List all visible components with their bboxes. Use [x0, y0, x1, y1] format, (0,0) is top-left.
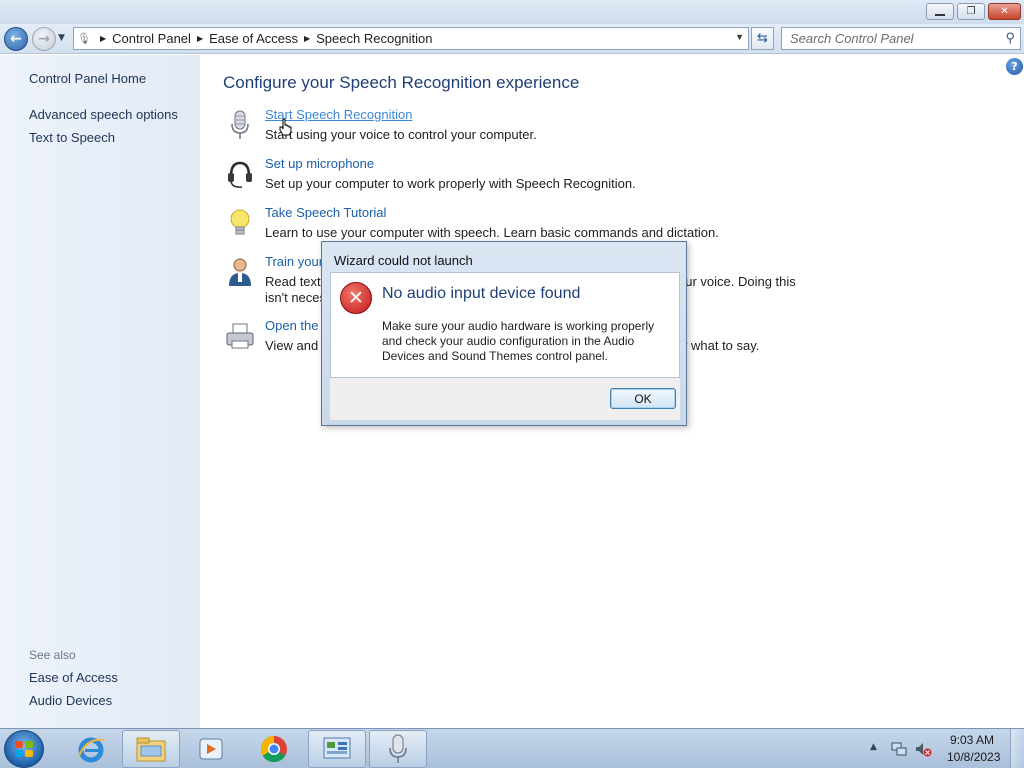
- close-button[interactable]: ✕: [988, 3, 1021, 20]
- breadcrumb-separator-icon[interactable]: ▶: [197, 34, 203, 43]
- hand-cursor-icon: [279, 118, 292, 136]
- dialog-footer: OK: [330, 378, 680, 420]
- network-icon[interactable]: [890, 740, 908, 758]
- breadcrumb-ease-of-access[interactable]: Ease of Access: [209, 31, 298, 46]
- headset-icon: [228, 161, 252, 188]
- dialog-body: ✕ No audio input device found Make sure …: [330, 272, 680, 378]
- sidebar-item-text-to-speech[interactable]: Text to Speech: [29, 130, 115, 145]
- taskbar-media-player[interactable]: [182, 730, 240, 768]
- task-desc-open-speech-reference-card-right: w what to say.: [678, 338, 760, 353]
- left-navigation-pane: [0, 55, 200, 728]
- refresh-icon: ⇆: [757, 31, 768, 46]
- sidebar-item-advanced-speech-options[interactable]: Advanced speech options: [29, 107, 178, 122]
- control-panel-icon: [323, 737, 351, 759]
- restore-button[interactable]: ❐: [957, 3, 985, 20]
- window-titlebar: ❐ ✕: [0, 0, 1024, 24]
- close-icon: ✕: [1000, 6, 1009, 17]
- dialog-heading: No audio input device found: [382, 285, 581, 302]
- lightbulb-icon: [230, 209, 250, 235]
- ok-button[interactable]: OK: [610, 388, 676, 409]
- search-input[interactable]: Search Control Panel ⚲: [781, 27, 1021, 50]
- taskbar: ▲: [0, 728, 1024, 768]
- error-dialog: Wizard could not launch ✕ No audio input…: [321, 241, 687, 426]
- error-icon: ✕: [340, 282, 372, 314]
- show-desktop-button[interactable]: [1010, 729, 1024, 768]
- help-icon: ?: [1011, 60, 1018, 73]
- task-link-train-computer[interactable]: Train your: [265, 254, 323, 269]
- taskbar-file-explorer[interactable]: [122, 730, 180, 768]
- task-desc-train-computer: Read text t: [265, 274, 328, 289]
- forward-arrow-icon: →: [38, 31, 50, 47]
- task-start-speech-recognition: Start Speech Recognition Start using you…: [220, 107, 820, 147]
- taskbar-speech-recognition[interactable]: [369, 730, 427, 768]
- windows-logo-icon: [15, 741, 33, 757]
- task-desc-take-speech-tutorial: Learn to use your computer with speech. …: [265, 225, 719, 240]
- restore-icon: ❐: [966, 6, 976, 17]
- dialog-title: Wizard could not launch: [334, 253, 473, 268]
- volume-muted-icon[interactable]: [914, 740, 932, 758]
- navigation-bar: ← → ▼ 🎙 ▶ Control Panel ▶ Ease of Access…: [0, 24, 1024, 54]
- task-desc2-train-computer: isn't neces: [265, 290, 327, 305]
- task-desc-start-speech-recognition: Start using your voice to control your c…: [265, 127, 537, 142]
- back-arrow-icon: ←: [10, 31, 22, 47]
- taskbar-internet-explorer[interactable]: [62, 730, 120, 768]
- task-link-set-up-microphone[interactable]: Set up microphone: [265, 156, 374, 171]
- back-button[interactable]: ←: [4, 27, 28, 51]
- start-button[interactable]: [4, 730, 44, 768]
- dialog-message: Make sure your audio hardware is working…: [382, 319, 655, 363]
- task-desc-set-up-microphone: Set up your computer to work properly wi…: [265, 176, 636, 191]
- microphone-icon: [231, 110, 249, 139]
- internet-explorer-icon: [78, 737, 105, 763]
- search-icon[interactable]: ⚲: [1005, 30, 1015, 46]
- address-dropdown-icon[interactable]: ▼: [735, 32, 744, 42]
- file-explorer-icon: [136, 737, 166, 762]
- recent-pages-dropdown[interactable]: ▼: [58, 33, 65, 43]
- breadcrumb-separator-icon[interactable]: ▶: [100, 34, 106, 43]
- clock-date[interactable]: 10/8/2023: [947, 750, 1000, 764]
- address-bar[interactable]: 🎙 ▶ Control Panel ▶ Ease of Access ▶ Spe…: [73, 27, 749, 50]
- taskbar-control-panel[interactable]: [308, 730, 366, 768]
- forward-button[interactable]: →: [32, 27, 56, 51]
- minimize-button[interactable]: [926, 3, 954, 20]
- show-hidden-icons-icon[interactable]: ▲: [870, 742, 877, 752]
- speech-recognition-icon: [389, 734, 407, 763]
- task-set-up-microphone: Set up microphone Set up your computer t…: [220, 156, 820, 196]
- minimize-icon: [935, 13, 945, 16]
- person-icon: [229, 258, 251, 286]
- search-placeholder: Search Control Panel: [790, 31, 914, 46]
- media-player-icon: [199, 738, 223, 760]
- refresh-button[interactable]: ⇆: [751, 27, 774, 50]
- see-also-audio-devices[interactable]: Audio Devices: [29, 693, 112, 708]
- breadcrumb-control-panel[interactable]: Control Panel: [112, 31, 191, 46]
- page-title: Configure your Speech Recognition experi…: [223, 73, 580, 92]
- sidebar-item-control-panel-home[interactable]: Control Panel Home: [29, 71, 146, 86]
- breadcrumb-separator-icon[interactable]: ▶: [304, 34, 310, 43]
- task-desc-train-computer-right: our voice. Doing this: [678, 274, 796, 289]
- task-link-take-speech-tutorial[interactable]: Take Speech Tutorial: [265, 205, 386, 220]
- clock-time[interactable]: 9:03 AM: [950, 733, 994, 747]
- see-also-ease-of-access[interactable]: Ease of Access: [29, 670, 118, 685]
- chrome-icon: [260, 735, 287, 763]
- printer-icon: [226, 323, 254, 349]
- taskbar-chrome[interactable]: [245, 730, 303, 768]
- task-desc-open-speech-reference-card: View and p: [265, 338, 330, 353]
- breadcrumb-speech-recognition[interactable]: Speech Recognition: [316, 31, 432, 46]
- help-button[interactable]: ?: [1006, 58, 1023, 75]
- see-also-heading: See also: [29, 648, 76, 662]
- address-microphone-icon: 🎙: [77, 33, 91, 45]
- task-take-speech-tutorial: Take Speech Tutorial Learn to use your c…: [220, 205, 820, 245]
